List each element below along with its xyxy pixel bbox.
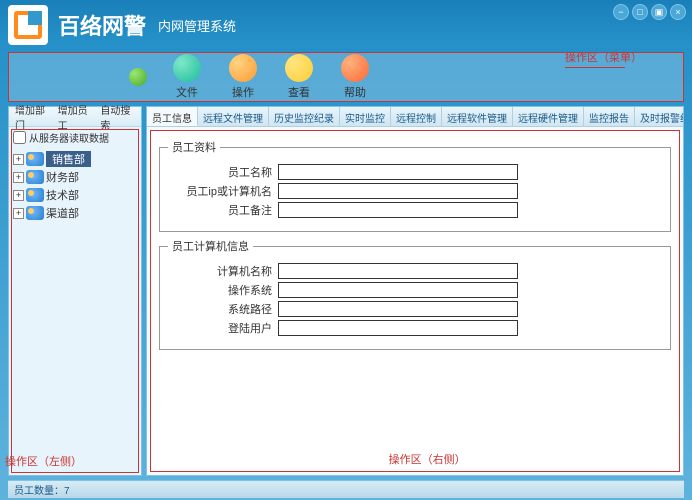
maximize-button[interactable]: □ [632, 4, 648, 20]
annotation-menu: 操作区（菜单） [565, 49, 685, 68]
toolbar-file[interactable]: 文件 [173, 54, 201, 100]
login-user-input[interactable] [278, 320, 518, 336]
expand-icon[interactable]: + [13, 190, 24, 201]
toolbar-help-label: 帮助 [344, 84, 366, 100]
toolbar-operate-label: 操作 [232, 84, 254, 100]
main-toolbar: 文件 操作 查看 帮助 操作区（菜单） [8, 52, 684, 102]
expand-icon[interactable]: + [13, 154, 24, 165]
users-icon [26, 188, 44, 202]
app-title: 百络网警 [58, 9, 146, 41]
tree-label: 销售部 [46, 151, 91, 167]
file-icon [173, 54, 201, 82]
sidebar-toolbar: 增加部门 增加员工 自动搜索 [9, 107, 141, 127]
tab-employee-info[interactable]: 员工信息 [147, 107, 198, 126]
window-controls: − □ ▣ × [613, 4, 686, 20]
annotation-right: 操作区（右侧） [389, 451, 466, 467]
tab-remote-control[interactable]: 远程控制 [391, 107, 442, 126]
employee-count: 员工数量：7 [14, 482, 70, 497]
operate-icon [229, 54, 257, 82]
restore-button[interactable]: ▣ [651, 4, 667, 20]
toolbar-file-label: 文件 [176, 84, 198, 100]
employee-ip-input[interactable] [278, 183, 518, 199]
title-bar: 百络网警 内网管理系统 − □ ▣ × [0, 0, 692, 50]
employee-note-label: 员工备注 [168, 202, 278, 218]
computer-info-group: 员工计算机信息 计算机名称 操作系统 系统路径 登陆用户 [159, 238, 671, 350]
minimize-button[interactable]: − [613, 4, 629, 20]
os-input[interactable] [278, 282, 518, 298]
tab-report[interactable]: 监控报告 [584, 107, 635, 126]
employee-ip-label: 员工ip或计算机名 [168, 183, 278, 199]
computer-name-input[interactable] [278, 263, 518, 279]
expand-icon[interactable]: + [13, 208, 24, 219]
tab-realtime[interactable]: 实时监控 [340, 107, 391, 126]
tree-item-finance[interactable]: + 财务部 [11, 168, 139, 186]
computer-name-label: 计算机名称 [168, 263, 278, 279]
tab-alarm[interactable]: 及时报警纪录 [635, 107, 683, 126]
tree-label: 财务部 [46, 169, 79, 185]
tab-remote-software[interactable]: 远程软件管理 [442, 107, 513, 126]
tab-bar: 员工信息 远程文件管理 历史监控纪录 实时监控 远程控制 远程软件管理 远程硬件… [147, 107, 683, 127]
tab-history[interactable]: 历史监控纪录 [269, 107, 340, 126]
users-icon [26, 206, 44, 220]
app-logo [8, 5, 48, 45]
users-icon [26, 170, 44, 184]
toolbar-operate[interactable]: 操作 [229, 54, 257, 100]
annotation-menu-text: 操作区（菜单） [565, 52, 642, 64]
annotation-left: 操作区（左侧） [5, 453, 82, 469]
toolbar-help[interactable]: 帮助 [341, 54, 369, 100]
app-window: 百络网警 内网管理系统 − □ ▣ × 文件 操作 查看 帮助 操作区（菜单） [0, 0, 692, 500]
help-icon [341, 54, 369, 82]
employee-note-input[interactable] [278, 202, 518, 218]
view-icon [285, 54, 313, 82]
tree-label: 技术部 [46, 187, 79, 203]
server-data-label: 从服务器读取数据 [29, 130, 109, 145]
toolbar-view[interactable]: 查看 [285, 54, 313, 100]
syspath-label: 系统路径 [168, 301, 278, 317]
employee-info-group: 员工资料 员工名称 员工ip或计算机名 员工备注 [159, 139, 671, 232]
tree-item-sales[interactable]: + 销售部 [11, 150, 139, 168]
server-data-checkbox-row[interactable]: 从服务器读取数据 [9, 127, 141, 148]
employee-name-input[interactable] [278, 164, 518, 180]
tab-remote-file[interactable]: 远程文件管理 [198, 107, 269, 126]
server-data-checkbox[interactable] [13, 131, 26, 144]
body: 增加部门 增加员工 自动搜索 从服务器读取数据 + 销售部 + 财务部 [8, 106, 684, 476]
close-button[interactable]: × [670, 4, 686, 20]
os-label: 操作系统 [168, 282, 278, 298]
main-panel: 员工信息 远程文件管理 历史监控纪录 实时监控 远程控制 远程软件管理 远程硬件… [146, 106, 684, 476]
tree-item-channel[interactable]: + 渠道部 [11, 204, 139, 222]
computer-info-legend: 员工计算机信息 [168, 238, 253, 254]
employee-name-label: 员工名称 [168, 164, 278, 180]
expand-icon[interactable]: + [13, 172, 24, 183]
tree-item-tech[interactable]: + 技术部 [11, 186, 139, 204]
tree-label: 渠道部 [46, 205, 79, 221]
toolbar-lead-icon [129, 68, 147, 86]
app-subtitle: 内网管理系统 [158, 16, 236, 35]
toolbar-view-label: 查看 [288, 84, 310, 100]
department-tree: + 销售部 + 财务部 + 技术部 + 渠道部 [9, 148, 141, 224]
login-user-label: 登陆用户 [168, 320, 278, 336]
users-icon [26, 152, 44, 166]
content-area: 员工资料 员工名称 员工ip或计算机名 员工备注 员工计算机信 [150, 130, 680, 472]
status-bar: 员工数量：7 [8, 480, 684, 498]
syspath-input[interactable] [278, 301, 518, 317]
sidebar: 增加部门 增加员工 自动搜索 从服务器读取数据 + 销售部 + 财务部 [8, 106, 142, 476]
tab-remote-hardware[interactable]: 远程硬件管理 [513, 107, 584, 126]
employee-info-legend: 员工资料 [168, 139, 220, 155]
